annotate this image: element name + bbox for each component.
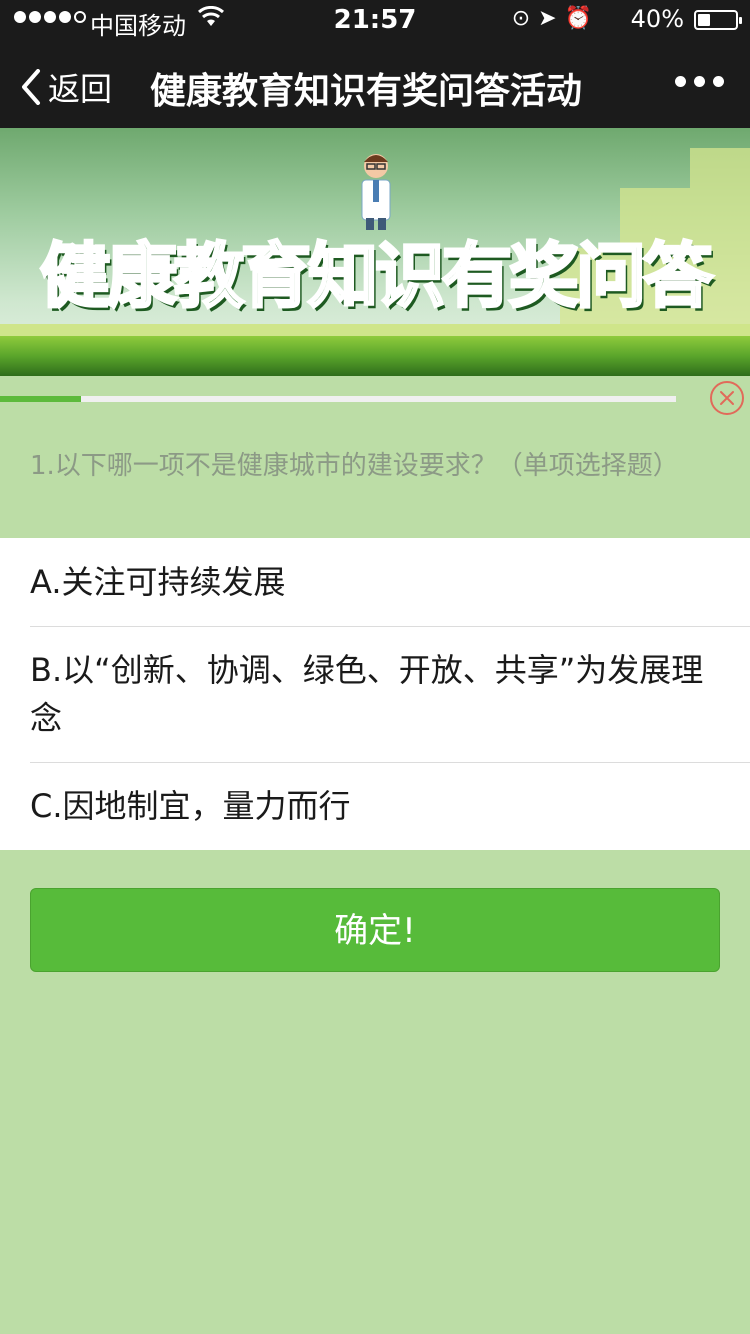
header-banner: 健康教育知识有奖问答	[0, 128, 750, 376]
nav-bar: 返回 健康教育知识有奖问答活动	[0, 40, 750, 128]
location-icon: ➤	[538, 6, 565, 31]
option-divider	[30, 762, 750, 763]
question-text: 1.以下哪一项不是健康城市的建设要求？（单项选择题）	[30, 451, 679, 481]
option-c[interactable]: C.因地制宜，量力而行	[30, 782, 750, 830]
battery-percentage: 40%	[630, 5, 684, 33]
page-title: 健康教育知识有奖问答活动	[150, 71, 583, 112]
chevron-left-icon	[22, 69, 40, 105]
battery-icon	[694, 10, 742, 30]
status-bar: 中国移动 21:57 ⊙➤⏰ 40%	[0, 0, 750, 40]
option-b[interactable]: B.以“创新、协调、绿色、开放、共享”为发展理念	[30, 646, 720, 742]
alarm-icon: ⏰	[564, 6, 600, 31]
status-icons: ⊙➤⏰	[512, 6, 600, 31]
back-label: 返回	[48, 70, 113, 108]
banner-grass	[0, 336, 750, 376]
more-dots-icon	[675, 76, 686, 87]
close-icon	[720, 391, 734, 405]
back-button[interactable]: 返回	[20, 64, 112, 110]
banner-title: 健康教育知识有奖问答	[39, 234, 715, 319]
quiz-progress-bar	[0, 396, 676, 402]
doctor-illustration	[361, 154, 391, 230]
option-divider	[30, 626, 750, 627]
option-a[interactable]: A.关注可持续发展	[30, 558, 750, 606]
confirm-button[interactable]: 确定!	[30, 888, 720, 972]
rotation-lock-icon: ⊙	[511, 6, 539, 31]
quiz-progress-fill	[0, 396, 82, 402]
answer-options: A.关注可持续发展 B.以“创新、协调、绿色、开放、共享”为发展理念 C.因地制…	[0, 538, 750, 850]
close-button[interactable]	[710, 381, 744, 415]
more-menu-button[interactable]	[675, 76, 724, 87]
